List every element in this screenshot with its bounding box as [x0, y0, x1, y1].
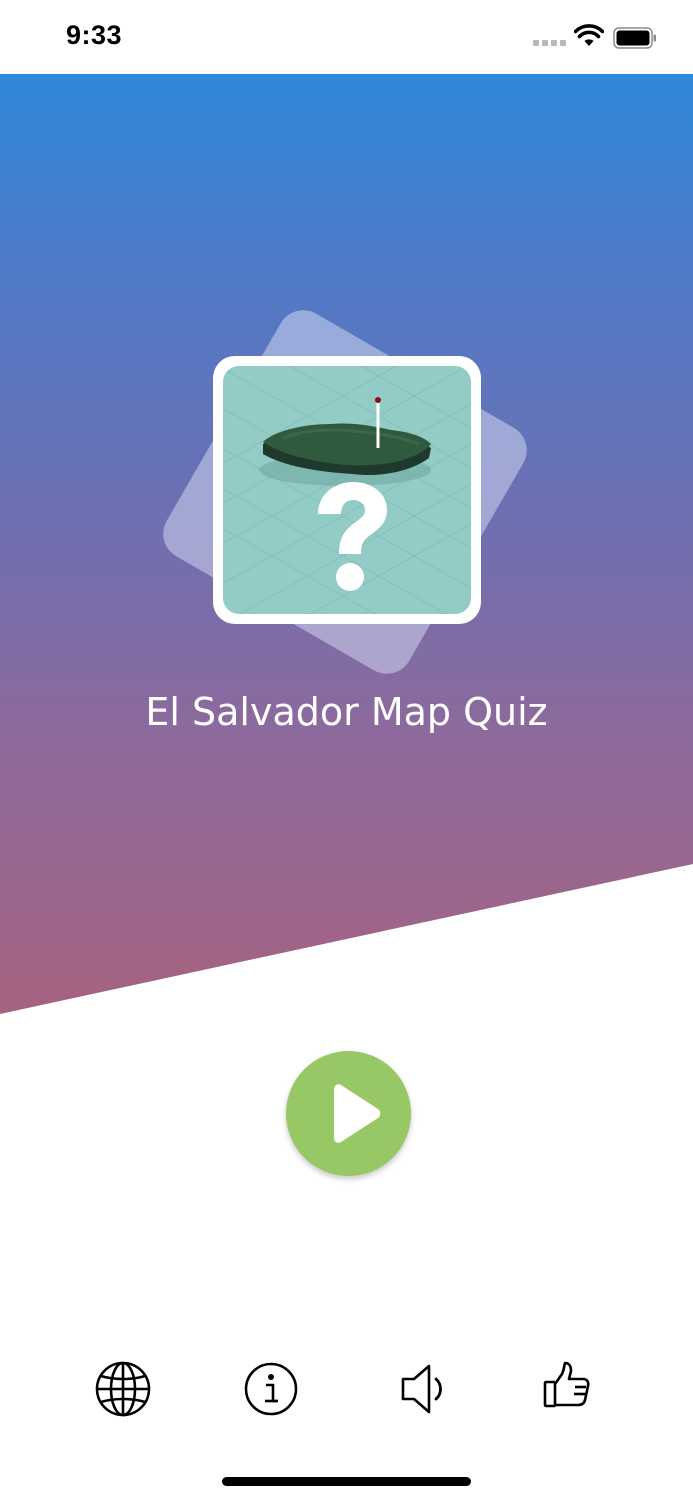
thumbs-up-icon [543, 1361, 590, 1408]
app-icon [213, 356, 481, 624]
home-indicator [222, 1477, 471, 1486]
wifi-icon [574, 24, 604, 46]
rate-button[interactable] [538, 1360, 596, 1418]
play-button[interactable] [286, 1051, 411, 1176]
app-title: El Salvador Map Quiz [145, 690, 548, 734]
info-button[interactable] [242, 1360, 300, 1418]
globe-icon [95, 1361, 151, 1417]
info-icon [244, 1362, 298, 1416]
status-time: 9:33 [66, 20, 123, 50]
play-icon [334, 1084, 381, 1143]
battery-icon [613, 27, 656, 49]
sound-button[interactable] [396, 1360, 454, 1418]
speaker-icon [401, 1364, 442, 1414]
globe-button[interactable] [94, 1360, 152, 1418]
map-quiz-question-icon [223, 366, 471, 614]
cellular-signal-icon [533, 40, 566, 46]
status-bar: 9:33 [0, 0, 693, 74]
